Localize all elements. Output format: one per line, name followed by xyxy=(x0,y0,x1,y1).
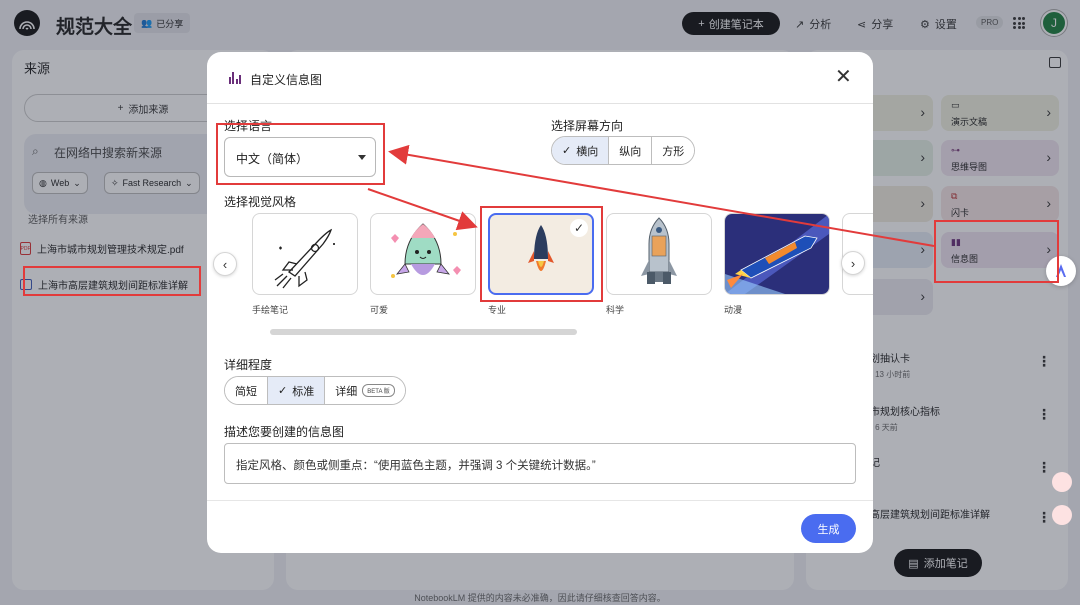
style-name: 动漫 xyxy=(724,305,743,315)
annotation-box-language xyxy=(216,123,385,185)
detail-option-label: 标准 xyxy=(292,385,315,398)
annotation-box-source xyxy=(23,266,201,296)
orientation-option-label: 横向 xyxy=(576,145,599,158)
style-name: 手绘笔记 xyxy=(252,305,289,315)
infographic-icon xyxy=(229,72,241,84)
orientation-landscape[interactable]: ✓ 横向 xyxy=(552,137,609,164)
style-name: 科学 xyxy=(606,305,625,315)
chevron-right-icon[interactable]: › xyxy=(841,251,865,275)
orientation-label: 选择屏幕方向 xyxy=(551,119,624,133)
style-name: 可爱 xyxy=(370,305,389,315)
plugin-icon[interactable] xyxy=(1052,472,1072,492)
orientation-portrait[interactable]: 纵向 xyxy=(608,137,652,164)
style-label: 选择视觉风格 xyxy=(224,195,297,209)
dialog-header: 自定义信息图 ✕ xyxy=(207,52,873,104)
detail-short[interactable]: 简短 xyxy=(225,377,267,404)
orientation-square[interactable]: 方形 xyxy=(651,137,695,164)
style-scrollbar[interactable] xyxy=(270,329,577,335)
dialog-footer xyxy=(207,500,873,553)
detail-standard[interactable]: ✓ 标准 xyxy=(267,377,325,404)
detail-option-label: 简短 xyxy=(235,385,257,398)
dialog-title: 自定义信息图 xyxy=(250,73,323,87)
beta-badge: BETA 版 xyxy=(362,384,395,397)
style-name: 专业 xyxy=(488,305,507,315)
describe-placeholder: 指定风格、颜色或侧重点：“使用蓝色主题，并强调 3 个关键统计数据。” xyxy=(236,460,596,472)
orientation-segmented: ✓ 横向 纵向 方形 xyxy=(551,136,696,165)
describe-label: 描述您要创建的信息图 xyxy=(224,425,345,439)
style-card-cute[interactable] xyxy=(370,213,476,295)
style-card-anime[interactable] xyxy=(724,213,830,295)
annotation-box-infographic xyxy=(934,220,1059,283)
close-icon[interactable]: ✕ xyxy=(835,66,852,88)
generate-button[interactable]: 生成 xyxy=(801,514,856,543)
detail-segmented: 简短 ✓ 标准 详细 BETA 版 xyxy=(224,376,406,405)
check-icon: ✓ xyxy=(562,145,572,157)
translate-icon[interactable] xyxy=(1052,505,1072,525)
orientation-option-label: 方形 xyxy=(662,145,685,158)
annotation-box-style xyxy=(480,206,603,302)
style-card-science[interactable] xyxy=(606,213,712,295)
orientation-option-label: 纵向 xyxy=(619,145,642,158)
style-card-handdrawn[interactable] xyxy=(252,213,358,295)
chevron-left-icon[interactable]: ‹ xyxy=(213,252,237,276)
detail-label: 详细程度 xyxy=(224,358,273,372)
describe-input[interactable]: 指定风格、颜色或侧重点：“使用蓝色主题，并强调 3 个关键统计数据。” xyxy=(224,443,856,484)
detail-option-label: 详细 xyxy=(335,385,358,398)
check-icon: ✓ xyxy=(278,385,288,397)
detail-detailed[interactable]: 详细 BETA 版 xyxy=(324,377,405,404)
